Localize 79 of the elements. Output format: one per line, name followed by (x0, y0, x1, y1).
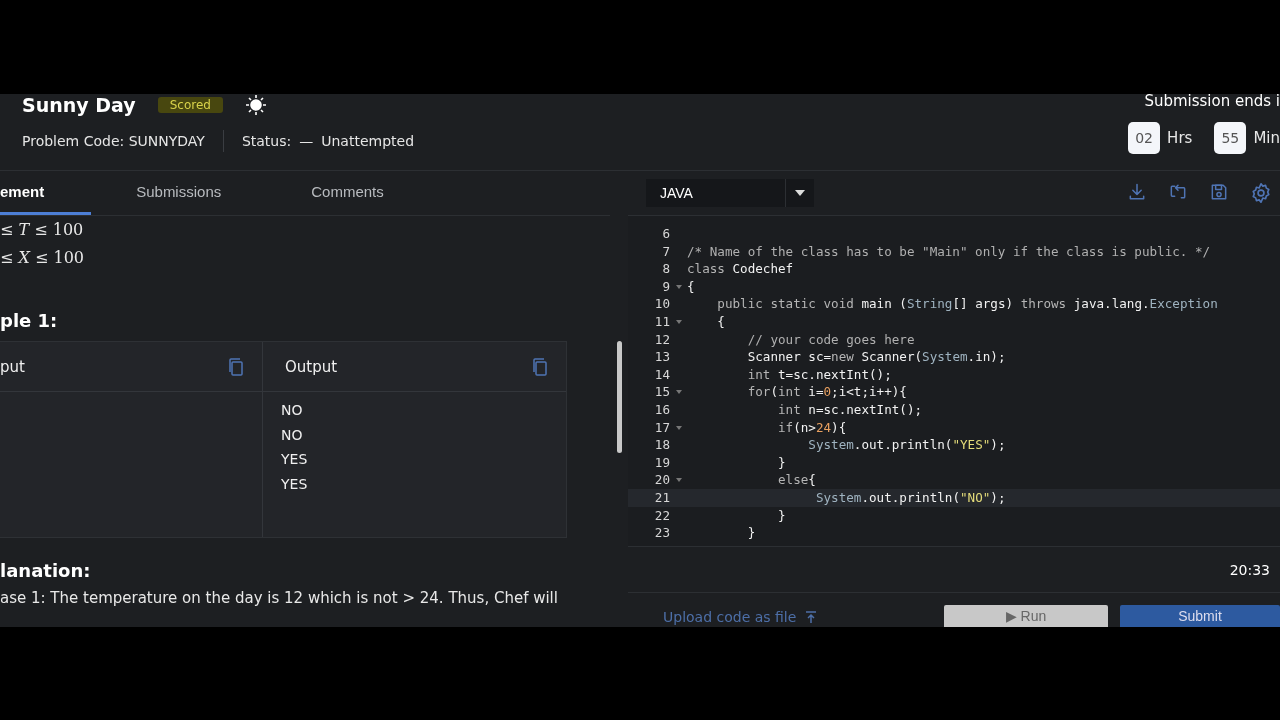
status-value: Unattempted (321, 133, 415, 149)
line-number: 12 (653, 330, 670, 349)
code-line: if(n>24){ (777, 418, 847, 437)
code-line: System.out.println("NO"); (814, 488, 1006, 507)
download-icon[interactable] (1127, 182, 1147, 202)
output-line: YES (281, 474, 309, 494)
code-line: /* Name of the class has to be "Main" only if the class is public. */ (687, 242, 1211, 261)
line-number: 18 (653, 436, 670, 454)
line-number: 11 (653, 312, 670, 331)
tab[interactable]: ement (0, 171, 92, 215)
timer-caption: Submission ends i (1144, 94, 1280, 112)
settings-icon[interactable] (1250, 182, 1272, 204)
line-number: 8 (661, 260, 670, 278)
line-number: 10 (653, 295, 670, 313)
upload-icon (804, 610, 819, 624)
code-line: else{ (777, 471, 816, 489)
status-label: Status: (241, 133, 292, 149)
submit-button[interactable]: Submit (1120, 605, 1280, 627)
scrollbar-thumb[interactable] (616, 341, 622, 453)
sun-icon[interactable] (244, 94, 267, 116)
line-number: 23 (653, 524, 670, 542)
code-line: { (716, 312, 725, 331)
line-number: 19 (653, 453, 670, 472)
line-number: 13 (653, 348, 670, 366)
copy-icon[interactable] (532, 357, 548, 376)
code-line: class Codechef (687, 260, 794, 278)
code-line: Scanner sc=new Scanner(System.in); (746, 348, 1006, 366)
explanation-heading: lanation: (0, 560, 92, 581)
fold-icon[interactable] (675, 284, 682, 289)
output-line: NO (281, 425, 304, 445)
problem-code: Problem Code: SUNNYDAY (22, 133, 205, 149)
constraint: ≤ T ≤ 100 (0, 219, 85, 241)
fold-icon[interactable] (675, 478, 682, 483)
line-number: 16 (653, 400, 670, 419)
fold-icon[interactable] (675, 425, 682, 430)
line-number: 14 (653, 365, 670, 384)
scored-badge: Scored (157, 97, 223, 113)
code-line: } (777, 506, 786, 525)
output-line: NO (281, 401, 304, 420)
line-number: 7 (661, 242, 670, 261)
code-line: // your code goes here (746, 330, 915, 349)
code-line: } (777, 453, 786, 472)
constraint: ≤ X ≤ 100 (0, 247, 85, 269)
line-number: 20 (653, 471, 670, 489)
refresh-icon[interactable] (1168, 182, 1188, 202)
line-number: 22 (653, 506, 670, 525)
example-heading: ple 1: (0, 310, 59, 331)
copy-icon[interactable] (228, 357, 244, 376)
line-number: 9 (661, 277, 670, 296)
column-header: Output (285, 357, 338, 376)
code-line: for(int i=0;i<t;i++){ (746, 383, 907, 401)
column-header: put (0, 357, 25, 376)
line-number: 6 (661, 225, 670, 243)
code-line: System.out.println("YES"); (807, 436, 1006, 454)
line-number: 15 (653, 383, 670, 401)
problem-title: Sunny Day (22, 94, 136, 116)
caret-icon (795, 190, 805, 196)
output-line: YES (281, 450, 309, 469)
fold-icon[interactable] (675, 390, 682, 395)
status-dash: — (299, 133, 314, 149)
code-line: { (687, 277, 695, 296)
line-number: 17 (653, 418, 670, 437)
elapsed-time: 20:33 (1229, 561, 1270, 578)
timer-value: 55 (1214, 122, 1247, 154)
timer-value: 02 (1128, 122, 1161, 154)
code-line: int n=sc.nextInt(); (777, 400, 923, 419)
fold-icon[interactable] (675, 319, 682, 324)
explanation-text: ase 1: The temperature on the day is 12 which is not > 24. Thus, Chef will (0, 589, 559, 607)
save-icon[interactable] (1209, 182, 1229, 202)
language-select[interactable]: JAVA (646, 179, 814, 207)
code-line: } (746, 524, 756, 542)
timer-unit: Hrs (1167, 129, 1193, 147)
tab[interactable]: Submissions (91, 171, 267, 215)
run-button[interactable]: ▶ Run (944, 605, 1108, 627)
code-line: int t=sc.nextInt(); (746, 365, 892, 384)
timer-unit: Min (1253, 129, 1280, 147)
code-line: public static void main (String[] args) throws java.lang.Exception (716, 295, 1218, 313)
line-number: 21 (653, 488, 670, 507)
tab[interactable]: Comments (266, 171, 429, 215)
